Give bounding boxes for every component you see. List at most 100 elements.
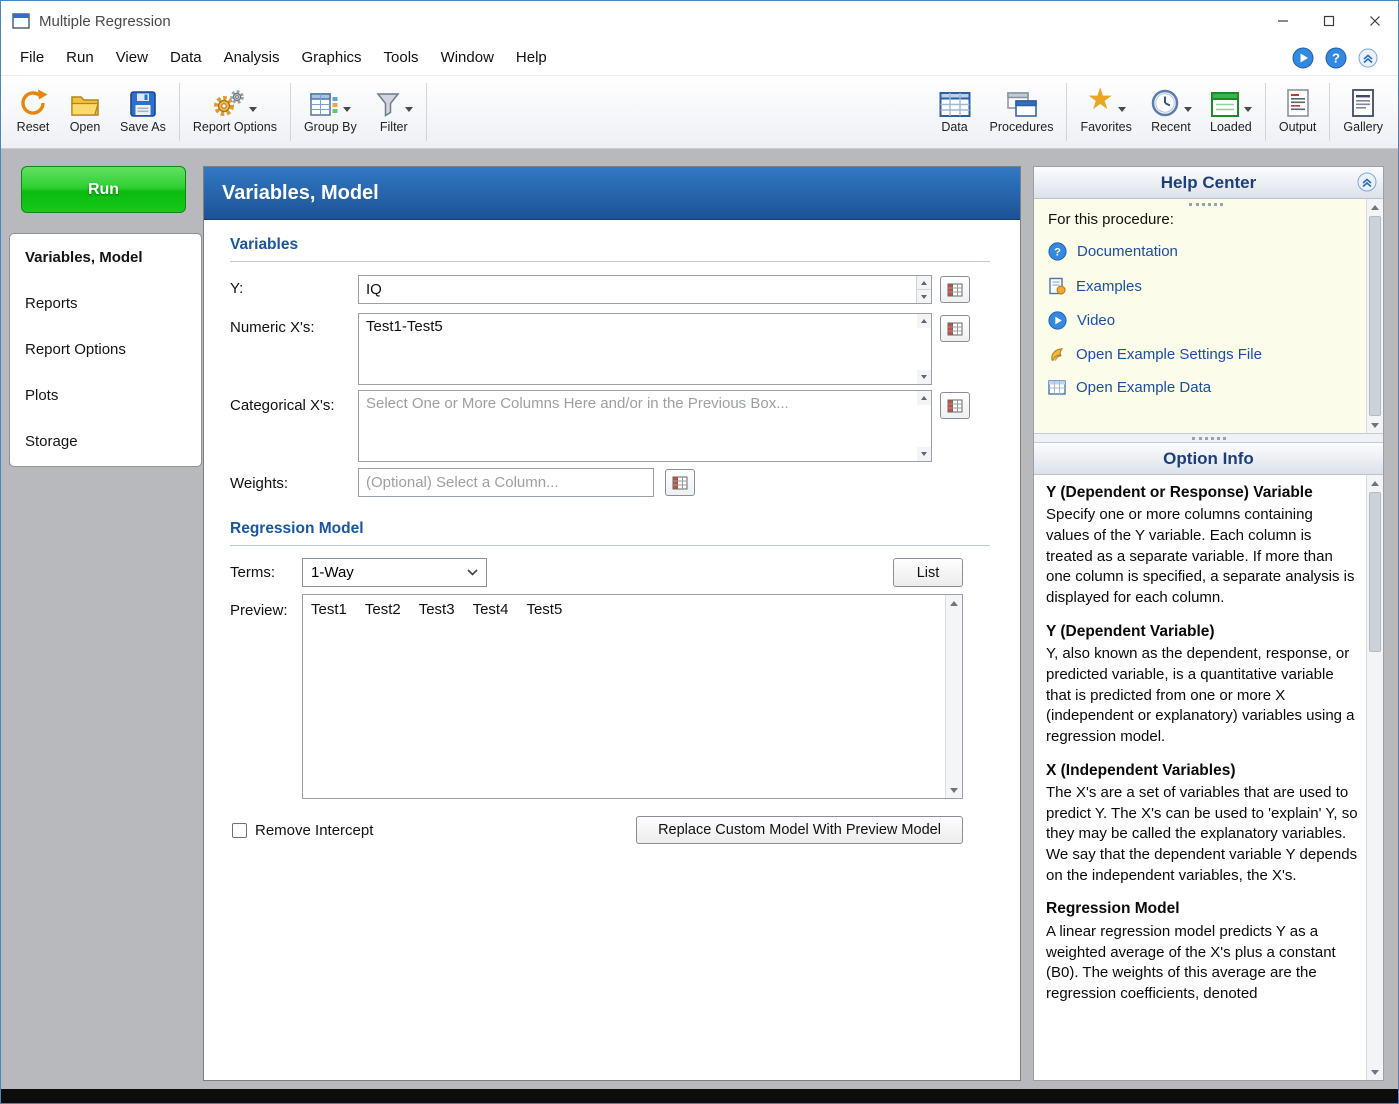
weights-column-picker-button[interactable] bbox=[665, 469, 695, 496]
option-info-paragraph: A linear regression model predicts Y as … bbox=[1046, 922, 1358, 1005]
categorical-x-label: Categorical X's: bbox=[230, 397, 335, 414]
toolbar-filter-button[interactable]: Filter bbox=[366, 76, 422, 148]
tab-report-options[interactable]: Report Options bbox=[10, 327, 201, 373]
panel-splitter[interactable] bbox=[1034, 434, 1383, 443]
close-button[interactable] bbox=[1352, 1, 1398, 41]
toolbar-procedures-button[interactable]: Procedures bbox=[981, 76, 1063, 148]
splitter-handle[interactable] bbox=[1046, 199, 1366, 209]
column-picker-icon bbox=[947, 283, 963, 297]
variables-section-title: Variables bbox=[230, 236, 298, 254]
scroll-up-icon[interactable] bbox=[1367, 475, 1383, 491]
tab-storage[interactable]: Storage bbox=[10, 419, 201, 465]
toolbar-reset-button[interactable]: Reset bbox=[7, 76, 59, 148]
panel-content: Variables Y: Numeric X's: Test1-Test5 bbox=[204, 220, 1020, 1080]
run-button[interactable]: Run bbox=[21, 166, 186, 213]
help-icon[interactable]: ? bbox=[1325, 47, 1347, 69]
replace-custom-model-button[interactable]: Replace Custom Model With Preview Model bbox=[636, 816, 963, 844]
help-link-documentation[interactable]: ? Documentation bbox=[1046, 234, 1366, 269]
settings-tabs: Variables, Model Reports Report Options … bbox=[9, 233, 202, 467]
preview-terms: Test1 Test2 Test3 Test4 Test5 bbox=[311, 601, 562, 618]
scroll-up-icon[interactable] bbox=[917, 314, 931, 328]
help-center-title: Help Center bbox=[1161, 173, 1256, 193]
menu-data[interactable]: Data bbox=[159, 41, 213, 75]
toolbar-open-button[interactable]: Open bbox=[59, 76, 111, 148]
scrollbar-thumb[interactable] bbox=[1369, 216, 1381, 416]
menu-analysis[interactable]: Analysis bbox=[213, 41, 291, 75]
menu-graphics[interactable]: Graphics bbox=[291, 41, 373, 75]
dropdown-arrow-icon[interactable] bbox=[343, 107, 351, 112]
model-preview-box[interactable]: Test1 Test2 Test3 Test4 Test5 bbox=[302, 594, 963, 799]
scroll-down-icon[interactable] bbox=[917, 447, 931, 461]
preview-term: Test1 bbox=[311, 601, 347, 618]
dropdown-arrow-icon[interactable] bbox=[1244, 107, 1252, 112]
tab-plots[interactable]: Plots bbox=[10, 373, 201, 419]
tab-reports[interactable]: Reports bbox=[10, 281, 201, 327]
toolbar-separator bbox=[426, 83, 427, 141]
minimize-button[interactable] bbox=[1260, 1, 1306, 41]
scroll-down-icon[interactable] bbox=[1367, 417, 1383, 433]
toolbar-saveas-button[interactable]: Save As bbox=[111, 76, 175, 148]
toolbar-group-by-button[interactable]: Group By bbox=[295, 76, 366, 148]
menu-file[interactable]: File bbox=[9, 41, 55, 75]
categorical-x-column-picker-button[interactable] bbox=[940, 392, 970, 419]
weights-input[interactable] bbox=[358, 468, 654, 497]
preview-term: Test3 bbox=[419, 601, 455, 618]
y-input[interactable] bbox=[358, 275, 932, 304]
scrollbar-thumb[interactable] bbox=[1369, 492, 1381, 652]
dropdown-arrow-icon[interactable] bbox=[1184, 107, 1192, 112]
help-link-examples[interactable]: Examples bbox=[1046, 269, 1366, 303]
spinner-down-icon[interactable] bbox=[917, 289, 931, 303]
scroll-up-icon[interactable] bbox=[917, 391, 931, 405]
help-link-video[interactable]: Video bbox=[1046, 303, 1366, 338]
toolbar-recent-button[interactable]: Recent bbox=[1141, 76, 1201, 148]
scroll-up-icon[interactable] bbox=[1367, 199, 1383, 215]
scroll-down-icon[interactable] bbox=[946, 782, 962, 798]
categorical-x-input[interactable] bbox=[358, 390, 932, 462]
section-divider bbox=[230, 261, 990, 262]
section-divider bbox=[230, 545, 990, 546]
option-info-scrollbar[interactable] bbox=[1366, 475, 1383, 1080]
menu-tools[interactable]: Tools bbox=[373, 41, 430, 75]
maximize-button[interactable] bbox=[1306, 1, 1352, 41]
toolbar-button-label: Favorites bbox=[1080, 120, 1131, 134]
help-intro: For this procedure: bbox=[1048, 211, 1366, 228]
procedures-icon bbox=[1006, 91, 1038, 118]
preview-scrollbar[interactable] bbox=[945, 595, 962, 798]
help-link-open-example-settings[interactable]: Open Example Settings File bbox=[1046, 338, 1366, 371]
toolbar-data-button[interactable]: Data bbox=[929, 76, 981, 148]
spinner-up-icon[interactable] bbox=[917, 276, 931, 289]
chevron-down-icon bbox=[467, 569, 478, 576]
menu-view[interactable]: View bbox=[105, 41, 159, 75]
y-column-picker-button[interactable] bbox=[940, 276, 970, 303]
toolbar-favorites-button[interactable]: ★ Favorites bbox=[1071, 76, 1140, 148]
y-spinner[interactable] bbox=[916, 276, 931, 303]
tab-variables-model[interactable]: Variables, Model bbox=[10, 235, 201, 281]
dropdown-arrow-icon[interactable] bbox=[405, 107, 413, 112]
scroll-down-icon[interactable] bbox=[1367, 1064, 1383, 1080]
collapse-help-icon[interactable] bbox=[1357, 172, 1377, 192]
toolbar-button-label: Loaded bbox=[1210, 120, 1252, 134]
remove-intercept-checkbox[interactable] bbox=[232, 823, 247, 838]
list-button[interactable]: List bbox=[893, 558, 963, 587]
toolbar-report-options-button[interactable]: Report Options bbox=[184, 76, 286, 148]
toolbar-loaded-button[interactable]: Loaded bbox=[1201, 76, 1261, 148]
menu-help[interactable]: Help bbox=[505, 41, 558, 75]
option-info-paragraph: Specify one or more columns containing v… bbox=[1046, 505, 1358, 608]
scroll-up-icon[interactable] bbox=[946, 595, 962, 611]
run-play-icon[interactable] bbox=[1292, 47, 1314, 69]
dropdown-arrow-icon[interactable] bbox=[249, 107, 257, 112]
toolbar-separator bbox=[290, 83, 291, 141]
menu-run[interactable]: Run bbox=[55, 41, 105, 75]
toolbar-output-button[interactable]: Output bbox=[1270, 76, 1326, 148]
help-scrollbar[interactable] bbox=[1366, 199, 1383, 433]
svg-text:?: ? bbox=[1054, 246, 1061, 258]
numeric-x-input[interactable]: Test1-Test5 bbox=[358, 313, 932, 385]
toolbar-gallery-button[interactable]: Gallery bbox=[1334, 76, 1392, 148]
scroll-down-icon[interactable] bbox=[917, 370, 931, 384]
numeric-x-column-picker-button[interactable] bbox=[940, 315, 970, 342]
help-link-open-example-data[interactable]: Open Example Data bbox=[1046, 371, 1366, 404]
menu-window[interactable]: Window bbox=[430, 41, 505, 75]
collapse-ribbon-icon[interactable] bbox=[1358, 48, 1378, 68]
terms-select[interactable]: 1-Way bbox=[302, 558, 487, 587]
dropdown-arrow-icon[interactable] bbox=[1118, 107, 1126, 112]
